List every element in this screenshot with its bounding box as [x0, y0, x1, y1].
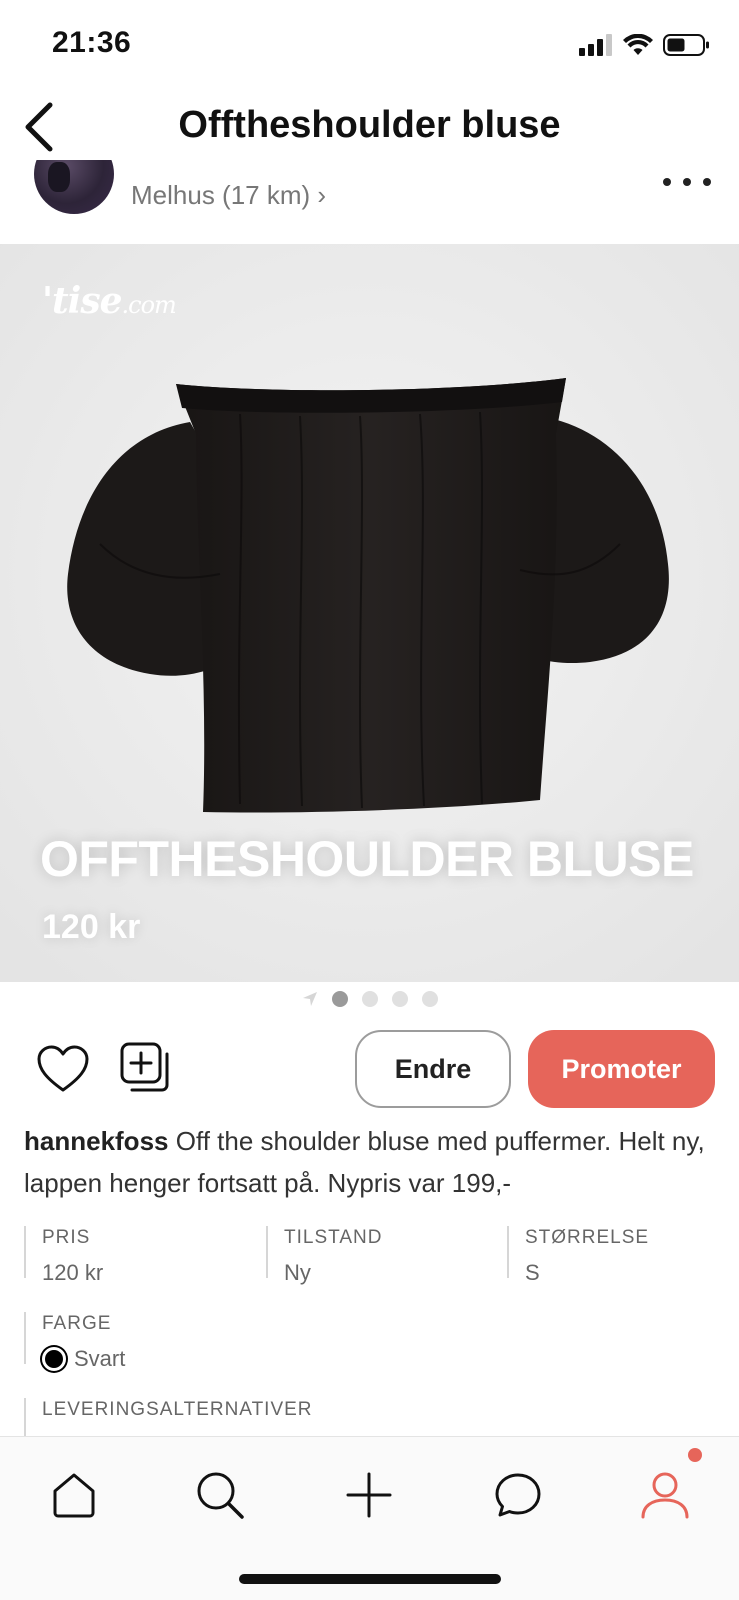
signal-icon: [579, 34, 612, 56]
collection-add-icon: [120, 1042, 169, 1092]
image-title: OFFTHESHOULDER BLUSE: [40, 831, 694, 887]
chat-bubble-icon: [495, 1473, 541, 1517]
pager-dot[interactable]: [331, 991, 348, 1007]
attribute-size: STØRRELSE S: [507, 1226, 727, 1285]
ellipsis-dot: [703, 178, 711, 186]
seller-location[interactable]: Melhus (17 km) ›: [131, 180, 326, 211]
attribute-label: TILSTAND: [284, 1227, 383, 1248]
pager-dot[interactable]: [391, 991, 408, 1007]
watermark-main: 'tise: [42, 280, 122, 322]
attribute-label: LEVERINGSALTERNATIVER: [42, 1399, 313, 1420]
location-arrow-icon: [302, 992, 317, 1006]
home-icon: [53, 1473, 95, 1518]
promote-button[interactable]: Promoter: [528, 1030, 715, 1108]
attribute-condition: TILSTAND Ny: [266, 1226, 496, 1285]
search-icon: [197, 1472, 244, 1519]
home-indicator: [239, 1574, 501, 1584]
seller-row: Melhus (17 km) ›: [0, 160, 739, 244]
action-row: Endre Promoter: [0, 1030, 739, 1110]
page-title: Offtheshoulder bluse: [178, 104, 561, 146]
watermark-suffix: .com: [121, 291, 177, 319]
seller-location-text: Melhus (17 km): [131, 180, 311, 210]
product-description: hannekfoss Off the shoulder bluse med pu…: [24, 1120, 724, 1204]
bottom-tab-bar: [0, 1436, 739, 1600]
chevron-right-icon: ›: [317, 180, 327, 210]
attribute-label: PRIS: [42, 1227, 91, 1248]
battery-icon: [663, 34, 709, 56]
attribute-price: PRIS 120 kr: [24, 1226, 254, 1285]
tab-profile[interactable]: [635, 1465, 695, 1525]
heart-icon: [37, 1045, 89, 1092]
seller-username[interactable]: hannekfoss: [24, 1126, 169, 1156]
product-image[interactable]: 'tise.com OFFTHESHOULDER BLUSE 120 kr: [0, 244, 739, 982]
nav-header: Offtheshoulder bluse: [0, 90, 739, 166]
status-bar: 21:36: [0, 0, 739, 90]
attribute-value: 120 kr: [42, 1260, 104, 1285]
ellipsis-icon: [663, 178, 671, 186]
pager-dot[interactable]: [421, 991, 438, 1007]
status-time: 21:36: [52, 26, 132, 59]
attribute-color: FARGE Svart: [24, 1312, 324, 1371]
notification-dot: [688, 1448, 702, 1462]
pager-dot[interactable]: [361, 991, 378, 1007]
plus-icon: [346, 1472, 392, 1518]
attribute-delivery: LEVERINGSALTERNATIVER: [24, 1398, 524, 1438]
attribute-label: STØRRELSE: [525, 1227, 650, 1248]
user-icon: [641, 1472, 689, 1519]
status-icons: [579, 30, 709, 60]
edit-button[interactable]: Endre: [355, 1030, 511, 1108]
wifi-icon: [623, 34, 653, 55]
tise-watermark: 'tise.com: [42, 280, 177, 322]
tab-search[interactable]: [190, 1465, 250, 1525]
tab-home[interactable]: [44, 1465, 104, 1525]
like-button[interactable]: [36, 1044, 90, 1094]
tab-messages[interactable]: [488, 1465, 548, 1525]
image-pager: [0, 986, 739, 1012]
add-to-collection-button[interactable]: [120, 1042, 172, 1094]
tab-add[interactable]: [339, 1465, 399, 1525]
image-price: 120 kr: [42, 908, 141, 946]
attribute-value: S: [525, 1260, 540, 1285]
attribute-value-row: Svart: [42, 1346, 324, 1372]
color-swatch: [42, 1347, 66, 1371]
more-options-button[interactable]: [663, 170, 711, 194]
attribute-value: Svart: [74, 1346, 126, 1371]
attribute-value: Ny: [284, 1260, 311, 1285]
ellipsis-dot: [683, 178, 691, 186]
attribute-label: FARGE: [42, 1313, 112, 1334]
seller-avatar[interactable]: [34, 160, 114, 214]
